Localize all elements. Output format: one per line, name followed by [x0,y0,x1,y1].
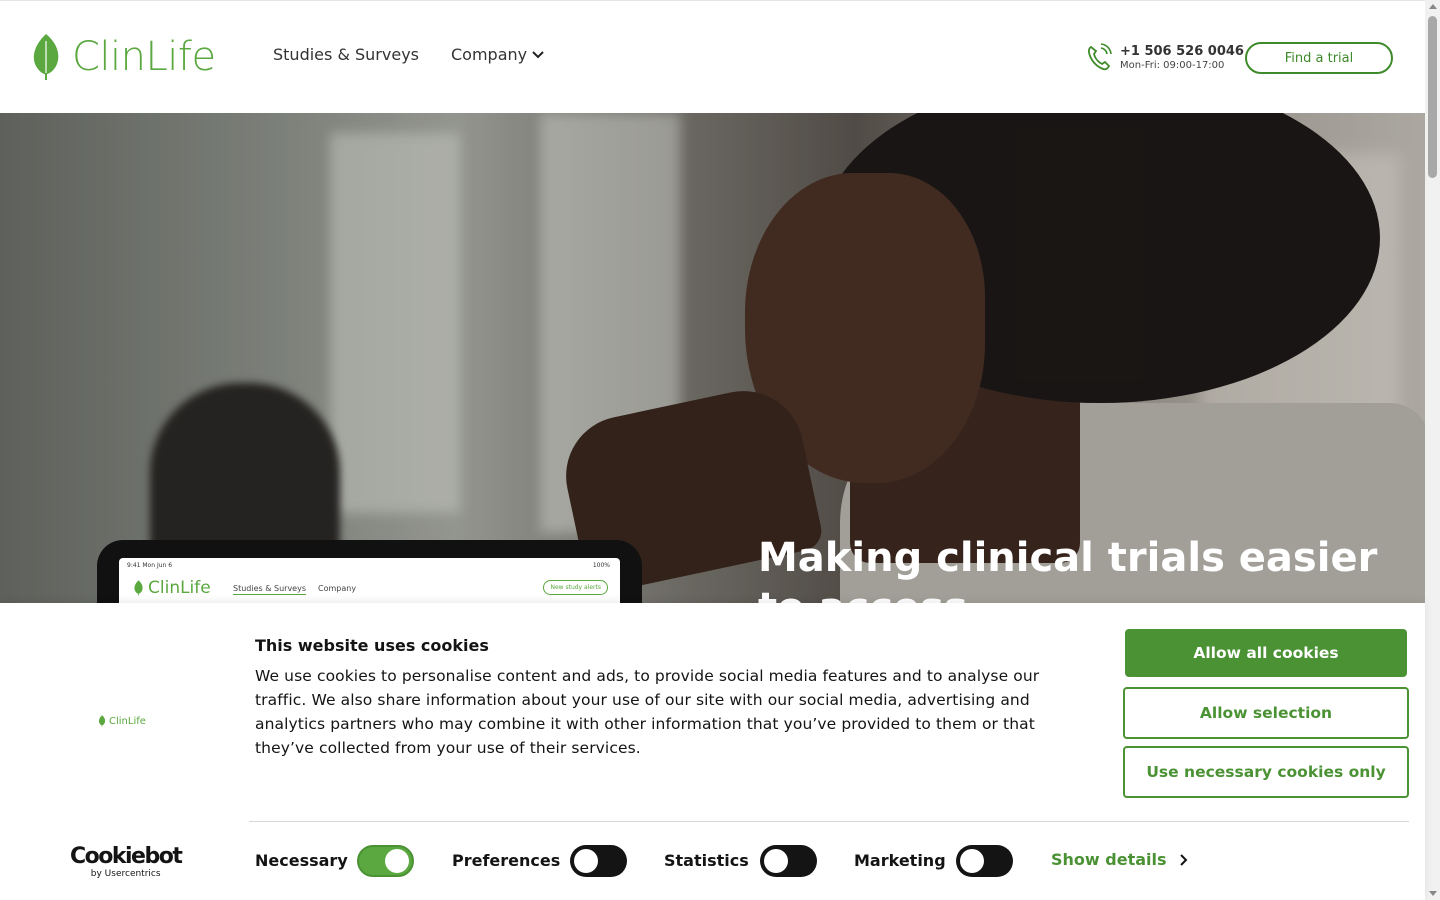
hero-overlay [0,113,1425,603]
main-nav: Studies & Surveys Company [273,45,545,64]
cookie-banner-logo-text: ClinLife [109,715,146,727]
toggle-label-necessary: Necessary [255,851,348,870]
tablet-screen: 9:41 Mon Jun 6 100% ClinLife Studies & S… [119,558,620,603]
nav-company-label: Company [451,45,528,64]
tablet-logo-text: ClinLife [148,578,211,598]
opening-hours: Mon-Fri: 09:00-17:00 [1120,59,1225,71]
logo-text: ClinLife [72,34,216,80]
scroll-thumb[interactable] [1428,16,1437,178]
toggle-label-statistics: Statistics [664,851,749,870]
tablet-status-bar: 9:41 Mon Jun 6 100% [127,562,610,569]
necessary-cookies-only-button[interactable]: Use necessary cookies only [1123,746,1409,798]
phone-number: +1 506 526 0046 [1120,43,1244,59]
find-trial-button[interactable]: Find a trial [1245,42,1393,74]
hero-section: 9:41 Mon Jun 6 100% ClinLife Studies & S… [0,113,1425,603]
toggle-label-marketing: Marketing [854,851,946,870]
tablet-status-battery: 100% [592,562,610,569]
show-details-link[interactable]: Show details [1051,850,1189,869]
nav-studies-surveys-label: Studies & Surveys [273,45,419,64]
tablet-nav: Studies & Surveys Company [233,584,356,595]
contact-text: +1 506 526 0046 Mon-Fri: 09:00-17:00 [1120,44,1244,71]
hero-title: Making clinical trials easier to access [758,535,1378,603]
scroll-up-arrow-icon[interactable] [1429,4,1437,9]
show-details-label: Show details [1051,850,1167,869]
tablet-logo: ClinLife [133,578,211,598]
cookie-banner-title: This website uses cookies [255,636,489,655]
page-scrollbar[interactable] [1425,0,1440,900]
toggle-label-preferences: Preferences [452,851,561,870]
tablet-alert-button: New study alerts [543,580,608,595]
cookie-banner-text: We use cookies to personalise content an… [255,667,1040,757]
cookiebot-name: Cookiebot [70,844,183,869]
toggle-preferences[interactable] [570,845,627,877]
site-header: ClinLife Studies & Surveys Company +1 50… [0,0,1425,113]
tablet-mockup: 9:41 Mon Jun 6 100% ClinLife Studies & S… [97,540,642,603]
leaf-icon [134,580,143,596]
leaf-icon [33,34,59,80]
cookie-banner: ClinLife This website uses cookies We us… [0,603,1425,900]
toggle-marketing[interactable] [956,845,1013,877]
toggle-necessary[interactable] [357,845,414,877]
nav-studies-surveys[interactable]: Studies & Surveys [273,45,419,64]
toggle-knob [574,849,598,873]
tablet-nav-company: Company [318,584,357,593]
cookiebot-sub: by Usercentrics [90,869,161,879]
leaf-icon [98,715,106,727]
toggle-statistics[interactable] [760,845,817,877]
scroll-down-arrow-icon[interactable] [1429,891,1437,896]
nav-company[interactable]: Company [451,45,545,64]
cookiebot-logo[interactable]: Cookiebot by Usercentrics [70,844,183,880]
cookie-banner-divider [249,821,1409,822]
tablet-status-time: 9:41 Mon Jun 6 [127,562,173,569]
tablet-nav-studies: Studies & Surveys [233,584,306,595]
toggle-knob [960,849,984,873]
cookie-banner-logo: ClinLife [98,715,146,727]
phone-icon [1088,43,1112,71]
chevron-down-icon [532,50,544,58]
site-logo[interactable]: ClinLife [30,33,216,81]
allow-all-cookies-button[interactable]: Allow all cookies [1125,629,1407,677]
allow-selection-button[interactable]: Allow selection [1123,687,1409,739]
toggle-knob [385,849,409,873]
chevron-right-icon [1179,853,1187,866]
toggle-knob [764,849,788,873]
contact-phone[interactable]: +1 506 526 0046 Mon-Fri: 09:00-17:00 [1086,43,1244,71]
